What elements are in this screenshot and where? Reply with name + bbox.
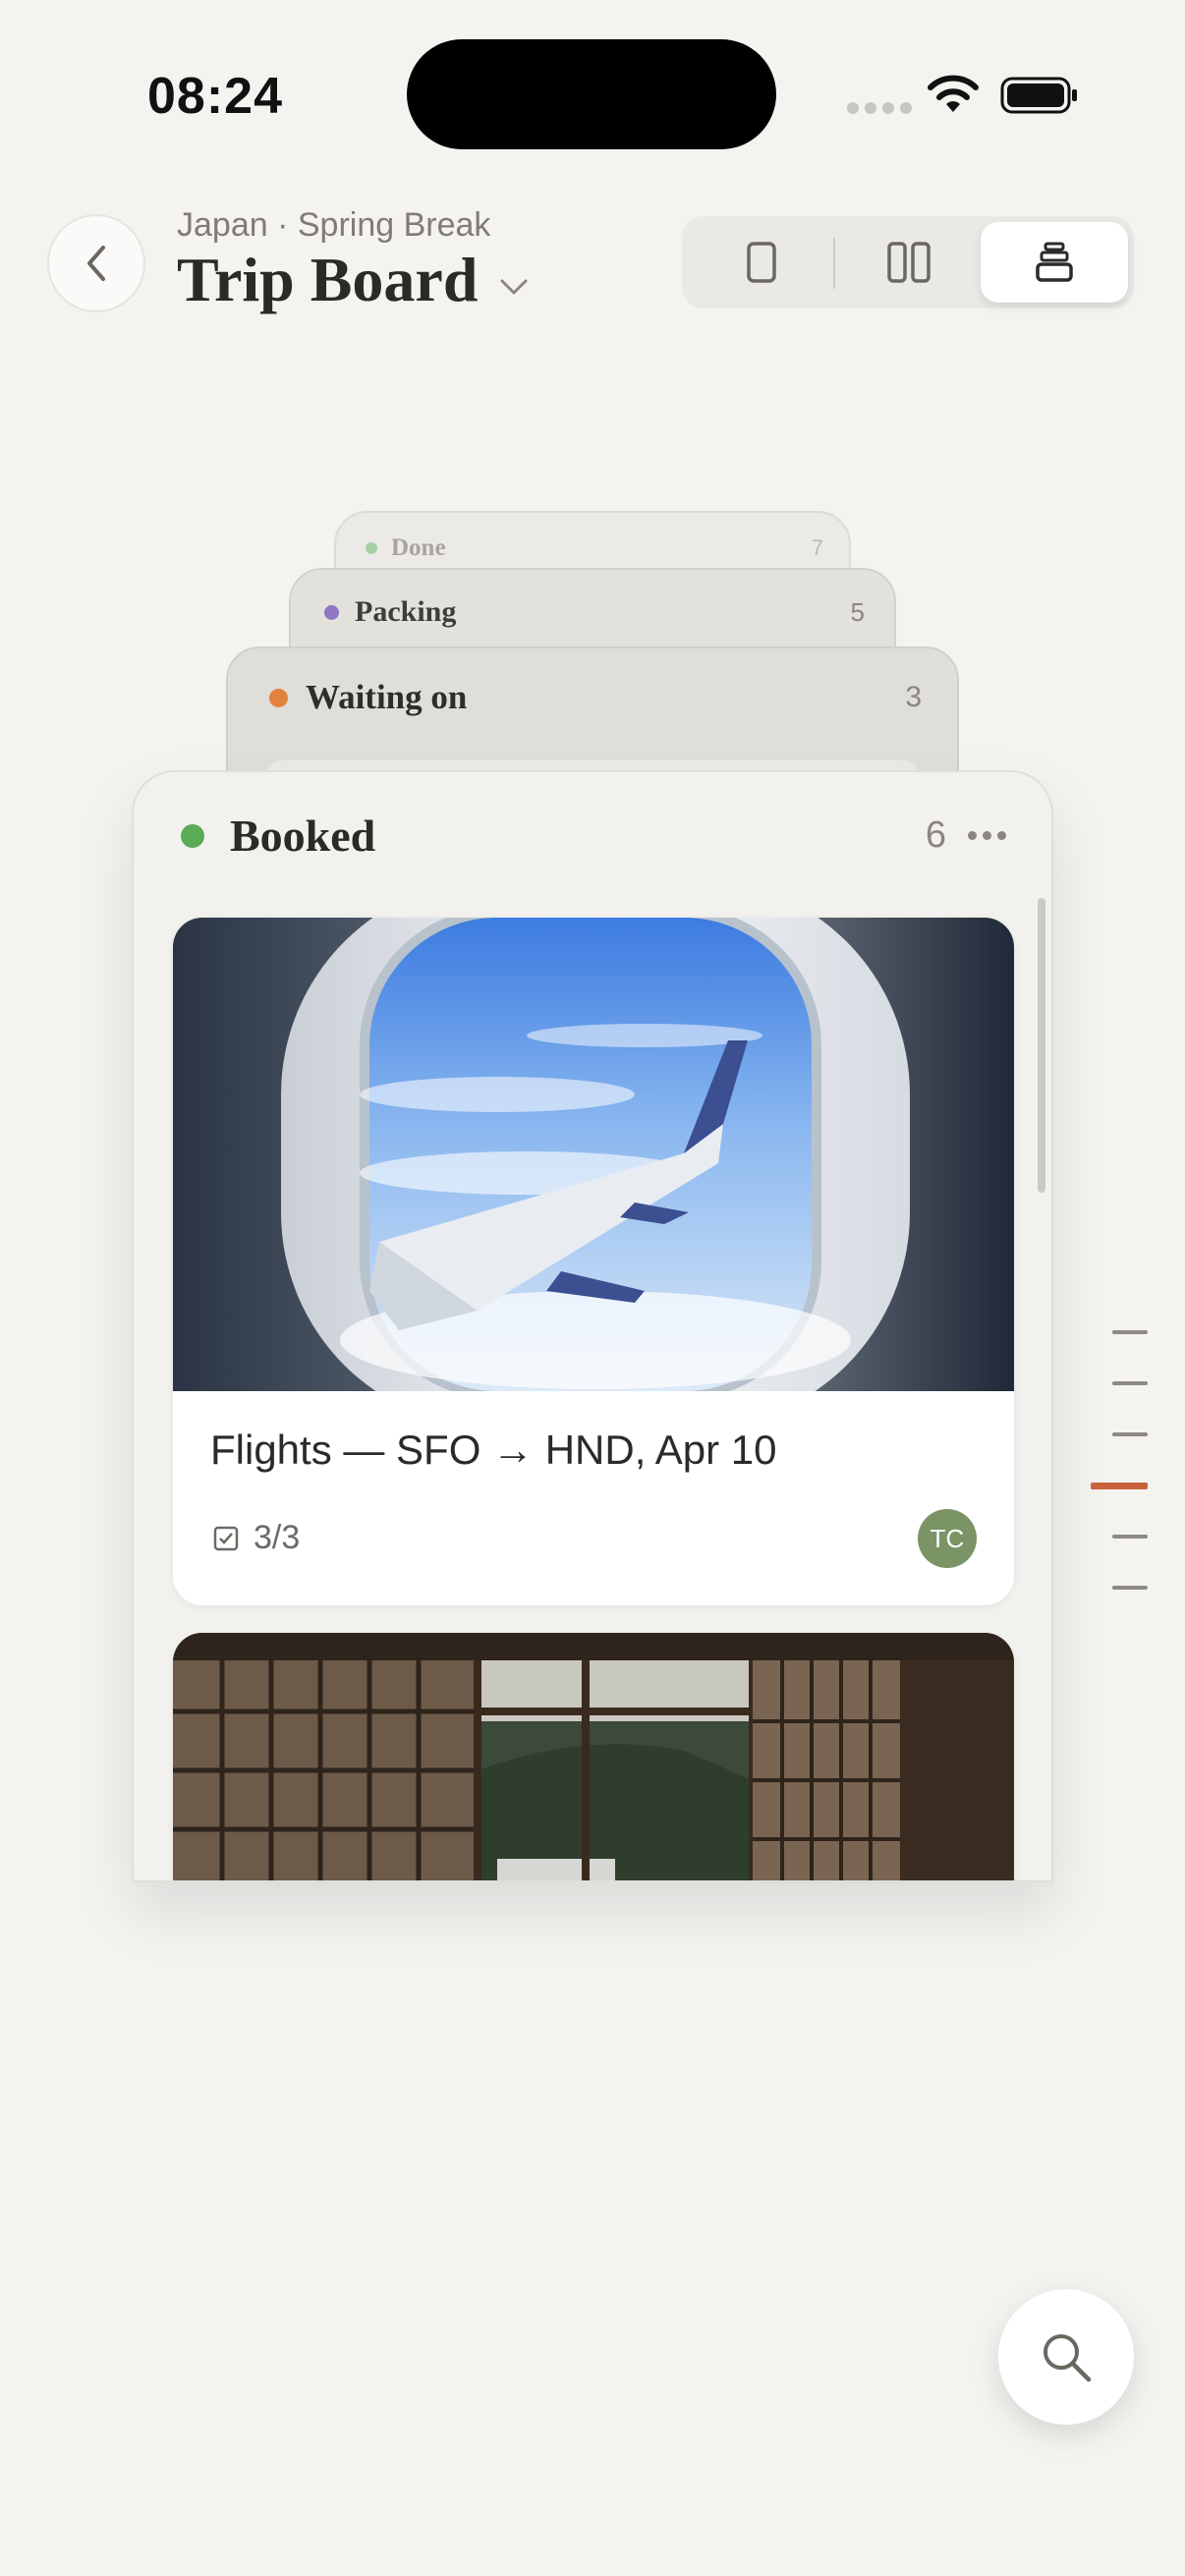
scrubber-tick[interactable] [1112, 1381, 1148, 1385]
column-title: Booked [230, 811, 376, 861]
single-column-icon [747, 242, 776, 283]
stacked-view-button[interactable] [981, 222, 1128, 303]
card-lodging[interactable] [173, 1633, 1014, 1880]
chevron-left-icon [87, 246, 105, 281]
column-booked: Booked 6 Flights — SFO → HND, Apr 10 3/3… [132, 770, 1053, 1882]
card-image-ryokan-room [173, 1633, 1014, 1880]
checkbox-checked-icon [213, 1526, 239, 1550]
column-tab-count: 7 [811, 535, 823, 560]
board-subtitle: Japan · Spring Break [177, 206, 491, 244]
column-tab-count: 3 [905, 681, 922, 713]
more-options-icon[interactable] [968, 831, 1006, 840]
column-tab-label: Packing [355, 595, 457, 628]
column-tab-label: Done [391, 534, 446, 561]
board-title: Trip Board [177, 245, 479, 314]
card-flights[interactable]: Flights — SFO → HND, Apr 10 3/3 TC [173, 918, 1014, 1605]
battery-icon [1000, 77, 1077, 114]
chevron-down-icon [500, 279, 528, 295]
cellular-signal-icon [847, 102, 912, 114]
scrubber-tick[interactable] [1112, 1330, 1148, 1334]
single-column-view-button[interactable] [688, 222, 835, 303]
checklist-progress: 3/3 [212, 1519, 300, 1557]
column-tab-count: 5 [850, 596, 865, 627]
scrubber-tick[interactable] [1112, 1432, 1148, 1436]
dynamic-island [407, 39, 776, 149]
search-button[interactable] [998, 2289, 1134, 2425]
column-tab-label: Waiting on [306, 678, 468, 716]
scrubber-tick-active[interactable] [1091, 1483, 1148, 1489]
wifi-icon [928, 75, 979, 112]
column-header: Booked 6 [181, 810, 1006, 862]
scrubber-tick[interactable] [1112, 1535, 1148, 1539]
back-button[interactable] [47, 214, 145, 312]
two-column-view-button[interactable] [835, 222, 983, 303]
status-time: 08:24 [147, 68, 283, 125]
scrollbar[interactable] [1038, 898, 1045, 1193]
card-image-airplane-window [173, 918, 1014, 1391]
column-count: 6 [925, 814, 946, 856]
scrubber-tick[interactable] [1112, 1586, 1148, 1590]
column-color-dot [269, 688, 288, 707]
two-column-icon [887, 242, 931, 283]
column-color-dot [324, 604, 339, 620]
checklist-count: 3/3 [254, 1519, 301, 1556]
board-title-dropdown[interactable]: Trip Board [177, 244, 529, 316]
stacked-cards-icon [1036, 242, 1073, 282]
column-color-dot [181, 823, 204, 848]
view-mode-switcher [682, 216, 1134, 308]
card-title: Flights — SFO → HND, Apr 10 [210, 1427, 777, 1473]
search-icon [1044, 2334, 1092, 2382]
column-color-dot [366, 542, 377, 554]
assignee-avatar[interactable]: TC [918, 1509, 977, 1568]
